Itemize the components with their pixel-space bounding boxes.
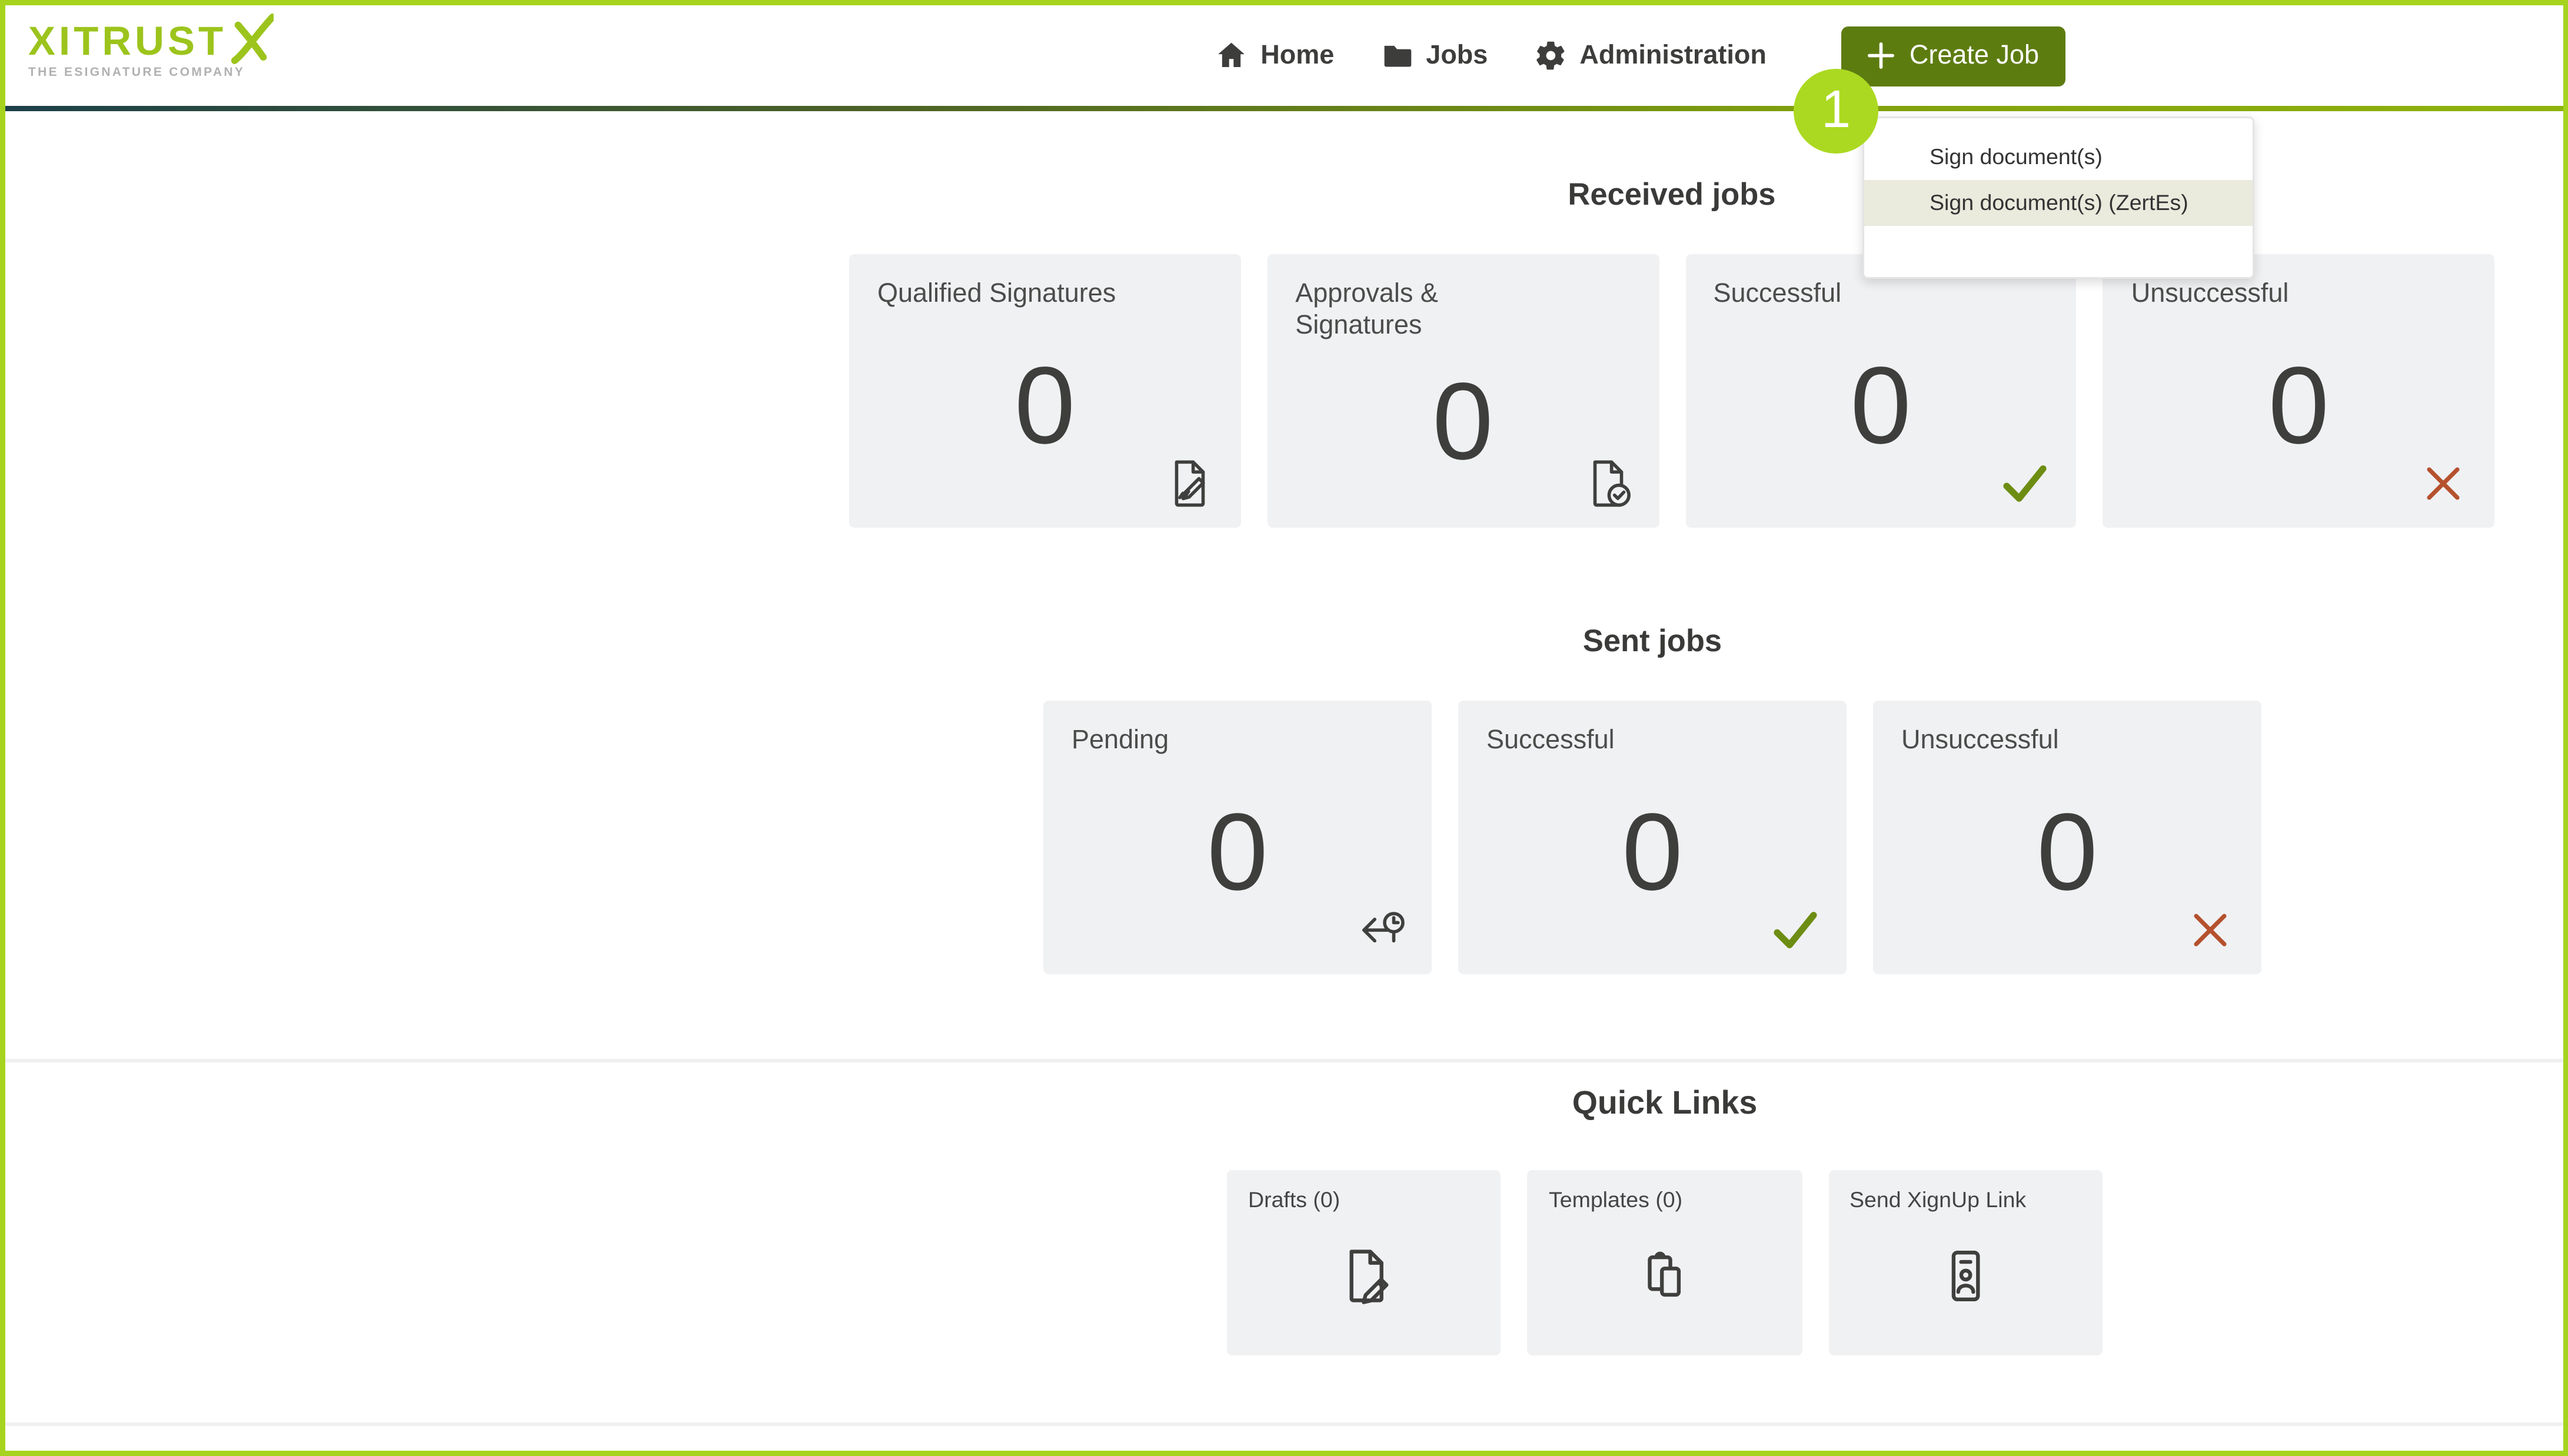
- stat-card-label: Successful: [1714, 279, 1978, 311]
- quick-link-label: Send XignUp Link: [1850, 1188, 2081, 1212]
- stat-card-label: Qualified Signatures: [877, 279, 1142, 311]
- stat-card-value: 0: [1714, 311, 2048, 503]
- header: XITRUST THE ESIGNATURE COMPANY Home: [5, 5, 2563, 106]
- x-icon: [2417, 457, 2470, 510]
- main-nav: Home Jobs Administration: [1215, 5, 2065, 106]
- nav-administration-label: Administration: [1579, 41, 1767, 71]
- brand-name: XITRUST: [28, 18, 227, 64]
- nav-item-jobs[interactable]: Jobs: [1380, 39, 1488, 72]
- file-check-icon: [1581, 457, 1634, 510]
- stat-card-pending[interactable]: Pending 0: [1043, 701, 1432, 974]
- sent-jobs-title: Sent jobs: [1043, 619, 2261, 662]
- x-icon: [2184, 904, 2237, 957]
- annotation-step-badge: 1: [1794, 69, 1878, 154]
- sent-jobs-section: Sent jobs Pending 0 Successful 0: [1043, 619, 2261, 974]
- create-job-dropdown-menu: Sign document(s) Sign document(s) (ZertE…: [1862, 116, 2254, 279]
- nav-home-label: Home: [1260, 41, 1334, 71]
- brand-logo[interactable]: XITRUST THE ESIGNATURE COMPANY: [28, 18, 274, 79]
- check-icon: [1769, 904, 1822, 957]
- dashboard-page: XITRUST THE ESIGNATURE COMPANY Home: [0, 0, 2568, 1456]
- menu-item-sign-documents[interactable]: Sign document(s): [1864, 134, 2253, 180]
- create-job-button[interactable]: Create Job: [1841, 26, 2065, 86]
- section-divider: [5, 1059, 2563, 1062]
- quick-links-card-row: Drafts (0) Templates (0): [1227, 1170, 2103, 1355]
- clipboard-copy-icon: [1549, 1212, 1781, 1338]
- stat-card-sent-successful[interactable]: Successful 0: [1458, 701, 1847, 974]
- nav-item-administration[interactable]: Administration: [1534, 39, 1767, 72]
- quick-link-label: Templates (0): [1549, 1188, 1781, 1212]
- xitrust-x-mark-icon: [228, 12, 274, 65]
- sent-jobs-card-row: Pending 0 Successful 0: [1043, 701, 2261, 974]
- plus-icon: [1867, 42, 1894, 69]
- menu-item-sign-documents-zertes[interactable]: Sign document(s) (ZertEs): [1864, 180, 2253, 226]
- header-accent-border: [5, 106, 2563, 111]
- create-job-label: Create Job: [1910, 41, 2039, 71]
- stat-card-value: 0: [1295, 342, 1630, 503]
- stat-card-received-successful[interactable]: Successful 0: [1685, 254, 2077, 528]
- stat-card-approvals-signatures[interactable]: Approvals & Signatures 0: [1267, 254, 1658, 528]
- stat-card-value: 0: [877, 311, 1212, 503]
- stat-card-label: Successful: [1486, 725, 1751, 757]
- stat-card-value: 0: [2131, 311, 2466, 503]
- document-pencil-icon: [1248, 1212, 1480, 1338]
- received-jobs-card-row: Qualified Signatures 0 Approvals & Signa…: [849, 254, 2494, 528]
- quick-link-drafts[interactable]: Drafts (0): [1227, 1170, 1501, 1355]
- folder-icon: [1380, 39, 1413, 72]
- gear-icon: [1534, 39, 1567, 72]
- history-arrow-clock-icon: [1354, 904, 1407, 957]
- stat-card-label: Unsuccessful: [1901, 725, 2166, 757]
- footer-divider: [5, 1422, 2563, 1426]
- file-signature-icon: [1163, 457, 1216, 510]
- quick-links-section: Quick Links Drafts (0) Templates (0): [1227, 1082, 2103, 1355]
- quick-link-send-xignup[interactable]: Send XignUp Link: [1828, 1170, 2103, 1355]
- brand-tagline: THE ESIGNATURE COMPANY: [28, 67, 274, 79]
- stat-card-sent-unsuccessful[interactable]: Unsuccessful 0: [1873, 701, 2261, 974]
- stat-card-label: Unsuccessful: [2131, 279, 2396, 311]
- stat-card-received-unsuccessful[interactable]: Unsuccessful 0: [2103, 254, 2494, 528]
- quick-links-title: Quick Links: [1227, 1082, 2103, 1124]
- stat-card-label: Pending: [1072, 725, 1336, 757]
- nav-item-home[interactable]: Home: [1215, 39, 1334, 72]
- quick-link-label: Drafts (0): [1248, 1188, 1480, 1212]
- quick-link-templates[interactable]: Templates (0): [1528, 1170, 1802, 1355]
- contact-card-icon: [1850, 1212, 2081, 1338]
- home-icon: [1215, 39, 1248, 72]
- stat-card-label: Approvals & Signatures: [1295, 279, 1560, 342]
- stat-card-qualified-signatures[interactable]: Qualified Signatures 0: [849, 254, 1240, 528]
- check-icon: [1999, 457, 2052, 510]
- nav-jobs-label: Jobs: [1426, 41, 1488, 71]
